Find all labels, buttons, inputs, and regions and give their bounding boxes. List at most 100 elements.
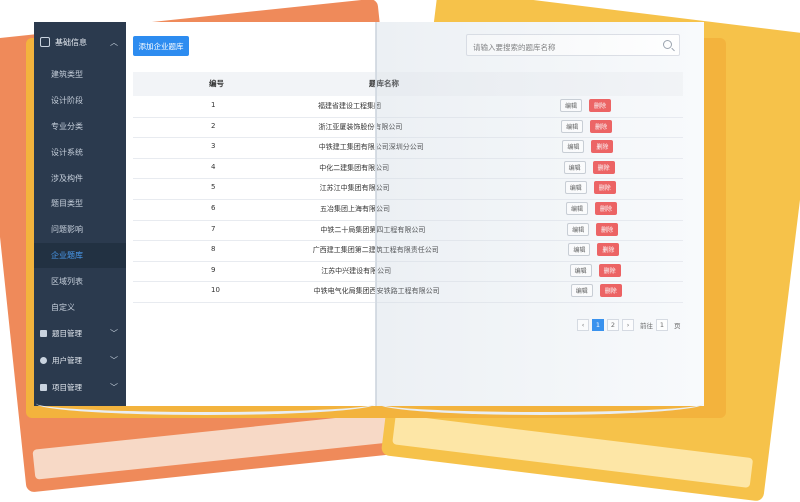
row-bank-name: 福建省建设工程集团 xyxy=(318,102,381,110)
row-number: 1 xyxy=(211,101,216,109)
chevron-down-icon: ﹀ xyxy=(110,328,118,338)
sidebar-group-question-mgmt[interactable]: 题目管理 ﹀ xyxy=(34,320,126,347)
sidebar-item-discipline[interactable]: 专业分类 xyxy=(34,114,126,140)
sidebar-item-enterprise-bank[interactable]: 企业题库 xyxy=(34,242,126,269)
delete-button[interactable]: 删除 xyxy=(589,99,611,112)
row-number: 3 xyxy=(211,142,216,151)
sidebar-item-label: 问题影响 xyxy=(51,225,83,235)
delete-button[interactable]: 删除 xyxy=(595,202,617,215)
table-row: 2 浙江亚厦装饰股份有限公司 编辑 删除 xyxy=(133,117,683,139)
sidebar-group-user-mgmt[interactable]: 用户管理 ﹀ xyxy=(34,347,126,374)
goto-page-input[interactable]: 1 xyxy=(656,319,668,331)
edit-button[interactable]: 编辑 xyxy=(563,160,586,174)
table-header: 编号 题库名称 xyxy=(133,72,683,96)
delete-button[interactable]: 删除 xyxy=(590,119,613,133)
document-icon xyxy=(40,37,50,47)
edit-button[interactable]: 编辑 xyxy=(564,181,587,195)
sidebar-item-region-list[interactable]: 区域列表 xyxy=(34,268,126,294)
book-spine xyxy=(375,22,377,406)
list-icon xyxy=(40,329,47,337)
sidebar: 基础信息 ︿ 建筑类型 设计阶段 专业分类 设计系统 涉及构件 题目类型 问题影… xyxy=(34,22,126,406)
row-number: 5 xyxy=(211,183,216,192)
book-pages xyxy=(32,410,409,480)
table-row: 6 五冶集团上海有限公司 编辑 删除 xyxy=(133,199,683,221)
table-row: 1 福建省建设工程集团 编辑 删除 xyxy=(133,96,683,118)
column-header-name: 题库名称 xyxy=(369,79,399,88)
edit-button[interactable]: 编辑 xyxy=(567,222,590,236)
delete-button[interactable]: 删除 xyxy=(592,160,615,174)
search-input[interactable] xyxy=(467,37,655,58)
delete-button[interactable]: 删除 xyxy=(599,284,622,298)
sidebar-item-label: 建筑类型 xyxy=(51,70,83,80)
grid-icon xyxy=(40,383,47,391)
sidebar-item-design-stage[interactable]: 设计阶段 xyxy=(34,88,126,114)
sidebar-item-label: 涉及构件 xyxy=(51,173,83,183)
sidebar-item-components[interactable]: 涉及构件 xyxy=(34,165,126,191)
next-page-button[interactable]: › xyxy=(622,319,634,331)
prev-page-button[interactable]: ‹ xyxy=(577,319,589,331)
edit-button[interactable]: 编辑 xyxy=(562,140,585,154)
row-bank-name: 中化二建集团有限公司 xyxy=(319,163,390,172)
edit-button[interactable]: 编辑 xyxy=(570,284,593,298)
row-bank-name: 江苏中兴建设有限公司 xyxy=(321,266,392,275)
goto-label: 前往 xyxy=(640,322,653,330)
sidebar-group-basic-info[interactable]: 基础信息 ︿ xyxy=(34,22,126,62)
edit-button[interactable]: 编辑 xyxy=(566,202,588,215)
book-pages xyxy=(392,414,754,488)
page-unit-label: 页 xyxy=(674,322,681,330)
page-2-button[interactable]: 2 xyxy=(607,319,619,331)
table-row: 4 中化二建集团有限公司 编辑 删除 xyxy=(133,158,683,180)
row-number: 10 xyxy=(211,286,220,295)
delete-button[interactable]: 删除 xyxy=(596,222,619,236)
add-enterprise-bank-button[interactable]: 添加企业题库 xyxy=(133,36,189,56)
sidebar-item-label: 设计阶段 xyxy=(51,96,83,106)
edit-button[interactable]: 编辑 xyxy=(560,99,582,112)
row-number: 6 xyxy=(211,204,216,212)
sidebar-item-label: 企业题库 xyxy=(51,250,83,260)
row-number: 8 xyxy=(211,245,216,254)
row-bank-name: 中铁建工集团有限公司深圳分公司 xyxy=(318,143,424,152)
row-bank-name: 浙江亚厦装饰股份有限公司 xyxy=(318,122,403,131)
row-bank-name: 中铁二十局集团第四工程有限公司 xyxy=(320,225,426,234)
sidebar-item-label: 题目类型 xyxy=(51,199,83,209)
sidebar-item-building-type[interactable]: 建筑类型 xyxy=(34,62,126,88)
row-number: 4 xyxy=(211,162,216,171)
sidebar-item-label: 专业分类 xyxy=(51,121,83,131)
delete-button[interactable]: 删除 xyxy=(598,263,621,277)
sidebar-item-label: 自定义 xyxy=(51,302,75,312)
table-row: 10中铁电气化局集团西安铁路工程有限公司编辑删除 xyxy=(133,281,683,303)
page-edge-left xyxy=(36,392,376,415)
row-number: 2 xyxy=(211,121,216,130)
sidebar-item-issue-impact[interactable]: 问题影响 xyxy=(34,217,126,243)
table-row: 7 中铁二十局集团第四工程有限公司 编辑 删除 xyxy=(133,220,683,242)
row-bank-name: 江苏江中集团有限公司 xyxy=(319,184,390,193)
search-box xyxy=(466,34,680,58)
sidebar-item-label: 设计系统 xyxy=(51,147,83,157)
edit-button[interactable]: 编辑 xyxy=(569,263,592,277)
sidebar-item-question-type[interactable]: 题目类型 xyxy=(34,191,126,217)
delete-button[interactable]: 删除 xyxy=(593,181,616,195)
search-icon[interactable] xyxy=(663,40,672,49)
sidebar-group-label: 基础信息 xyxy=(55,37,87,47)
column-header-number: 编号 xyxy=(209,79,224,88)
page-1-button[interactable]: 1 xyxy=(592,319,604,331)
sidebar-item-custom[interactable]: 自定义 xyxy=(34,294,126,320)
row-number: 9 xyxy=(211,265,216,274)
sidebar-item-design-system[interactable]: 设计系统 xyxy=(34,139,126,165)
delete-button[interactable]: 删除 xyxy=(597,243,620,257)
table-row: 3 中铁建工集团有限公司深圳分公司 编辑 删除 xyxy=(133,137,683,159)
sidebar-group-label: 用户管理 xyxy=(52,355,82,365)
page-edge-right xyxy=(378,392,704,415)
sidebar-item-label: 区域列表 xyxy=(51,276,83,286)
edit-button[interactable]: 编辑 xyxy=(568,243,591,257)
table-row: 8广西建工集团第二建筑工程有限责任公司编辑删除 xyxy=(133,240,683,262)
edit-button[interactable]: 编辑 xyxy=(561,119,584,133)
table-row: 5 江苏江中集团有限公司 编辑 删除 xyxy=(133,178,683,200)
sidebar-group-label: 题目管理 xyxy=(52,328,82,338)
table-row: 9 江苏中兴建设有限公司 编辑 删除 xyxy=(133,261,683,283)
user-icon xyxy=(40,356,47,364)
chevron-down-icon: ﹀ xyxy=(110,355,118,365)
delete-button[interactable]: 删除 xyxy=(591,140,614,154)
chevron-up-icon: ︿ xyxy=(110,37,118,47)
row-bank-name: 五冶集团上海有限公司 xyxy=(320,205,390,213)
